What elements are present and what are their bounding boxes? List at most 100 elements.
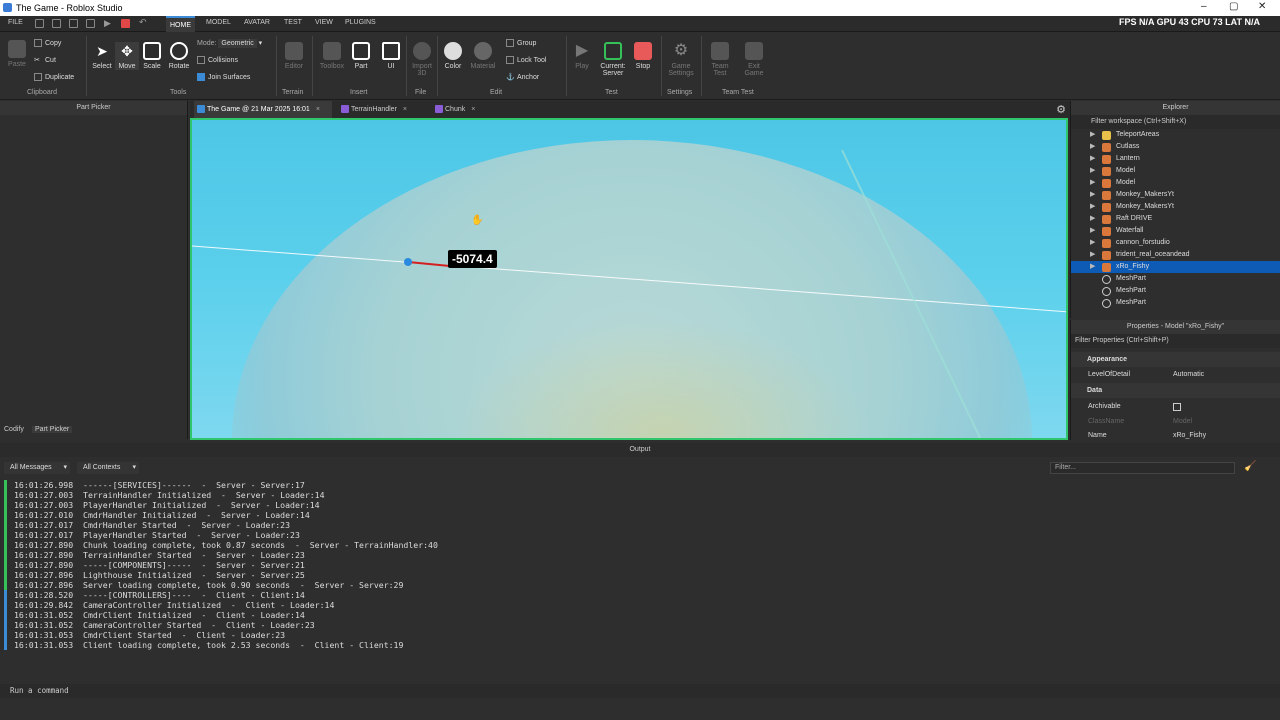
open-icon[interactable] [52,19,61,28]
property-row[interactable]: Archivable [1071,399,1280,414]
menu-avatar[interactable]: AVATAR [244,19,270,26]
expand-arrow-icon[interactable]: ▶ [1090,261,1095,273]
copy-button[interactable]: Copy [34,39,61,47]
explorer-item[interactable]: ▶ Model [1071,165,1280,177]
explorer-item[interactable]: ▶ Raft DRIVE [1071,213,1280,225]
tab-part-picker[interactable]: Part Picker [32,426,73,433]
close-icon[interactable]: × [403,106,407,113]
terrain-editor-button[interactable]: Editor [280,42,308,70]
collisions-label: Collisions [208,56,238,64]
3d-viewport[interactable]: -5074.4 ✋ [190,118,1068,440]
menu-file[interactable]: FILE [8,19,23,26]
game-settings-button[interactable]: ⚙ Game Settings [665,42,697,77]
expand-arrow-icon[interactable]: ▶ [1090,153,1095,165]
expand-arrow-icon[interactable]: ▶ [1090,177,1095,189]
explorer-item[interactable]: ▶ Monkey_MakersYt [1071,189,1280,201]
clear-output-icon[interactable]: 🧹 [1244,461,1256,472]
expand-arrow-icon[interactable]: ▶ [1090,237,1095,249]
property-value[interactable]: Automatic [1173,367,1204,382]
menu-model[interactable]: MODEL [206,19,231,26]
explorer-item[interactable]: MeshPart [1071,285,1280,297]
collisions-checkbox[interactable]: Collisions [197,56,238,64]
expand-arrow-icon[interactable]: ▶ [1090,213,1095,225]
chevron-down-icon: ▾ [258,40,263,47]
explorer-item[interactable]: ▶ Cutlass [1071,141,1280,153]
toolbox-button[interactable]: Toolbox [316,42,348,70]
menu-test[interactable]: TEST [284,19,302,26]
gear-icon[interactable]: ⚙ [1056,103,1066,116]
property-row[interactable]: LevelOfDetail Automatic [1071,367,1280,382]
minimize-button[interactable]: – [1201,1,1207,12]
tab-chunk[interactable]: Chunk × [432,101,492,118]
category-data[interactable]: Data [1071,383,1280,398]
duplicate-button[interactable]: Duplicate [34,73,74,81]
close-icon[interactable]: × [316,106,320,113]
save-icon[interactable] [69,19,78,28]
expand-arrow-icon[interactable]: ▶ [1090,201,1095,213]
explorer-item[interactable]: ▶ Waterfall [1071,225,1280,237]
explorer-filter-input[interactable]: Filter workspace (Ctrl+Shift+X) [1071,115,1280,129]
explorer-item[interactable]: MeshPart [1071,273,1280,285]
explorer-item[interactable]: ▶ Lantern [1071,153,1280,165]
join-surfaces-checkbox[interactable]: Join Surfaces [197,73,250,81]
explorer-item[interactable]: MeshPart [1071,297,1280,309]
team-test-button[interactable]: Team Test [705,42,735,77]
paste-button[interactable]: Paste [6,40,28,68]
expand-arrow-icon[interactable]: ▶ [1090,165,1095,177]
mode-dropdown[interactable]: Mode: Geometric ▾ [197,39,263,48]
explorer-item[interactable]: ▶ trident_real_oceandead [1071,249,1280,261]
play-quick-icon[interactable]: ▶ [104,18,113,28]
material-button[interactable]: Material [468,42,498,70]
properties-filter-input[interactable]: Filter Properties (Ctrl+Shift+P) [1071,334,1280,348]
cut-button[interactable]: ✂ Cut [34,56,56,64]
archivable-checkbox[interactable] [1173,403,1181,411]
drag-handle[interactable] [404,258,412,266]
scale-button[interactable]: Scale [140,42,164,70]
maximize-button[interactable]: ▢ [1229,1,1238,12]
command-bar-input[interactable]: Run a command [0,684,1280,698]
menu-home[interactable]: HOME [166,16,195,32]
expand-arrow-icon[interactable]: ▶ [1090,141,1095,153]
category-appearance[interactable]: Appearance [1071,352,1280,367]
select-button[interactable]: ➤ Select [90,42,114,70]
explorer-item[interactable]: ▶ Monkey_MakersYt [1071,201,1280,213]
ui-button[interactable]: UI [380,42,402,70]
menu-view[interactable]: VIEW [315,19,333,26]
explorer-item[interactable]: ▶ Model [1071,177,1280,189]
lock-tool-button[interactable]: Lock Tool [506,56,546,64]
current-server-button[interactable]: Current: Server [597,42,629,77]
new-icon[interactable] [35,19,44,28]
output-filter-input[interactable]: Filter... [1050,462,1235,474]
property-row[interactable]: ClassName Model [1071,414,1280,429]
expand-arrow-icon[interactable]: ▶ [1090,129,1095,141]
all-contexts-dropdown[interactable]: All Contexts ▾ [77,462,139,474]
color-button[interactable]: Color [441,42,465,70]
exit-game-button[interactable]: Exit Game [740,42,768,77]
redo-icon[interactable] [86,19,95,28]
expand-arrow-icon[interactable]: ▶ [1090,225,1095,237]
tab-terrainhandler[interactable]: TerrainHandler × [338,101,424,118]
close-icon[interactable]: × [471,106,475,113]
tab-the-game[interactable]: The Game @ 21 Mar 2025 16:01 × [194,101,332,118]
group-button[interactable]: Group [506,39,536,47]
tab-codify[interactable]: Codify [4,426,24,433]
rotate-button[interactable]: Rotate [166,42,192,70]
undo-icon[interactable]: ↶ [139,17,148,27]
expand-arrow-icon[interactable]: ▶ [1090,249,1095,261]
close-window-button[interactable]: ✕ [1258,1,1266,12]
explorer-item[interactable]: ▶ TeleportAreas [1071,129,1280,141]
anchor-button[interactable]: ⚓ Anchor [506,73,539,81]
all-messages-dropdown[interactable]: All Messages ▾ [4,462,70,474]
explorer-item[interactable]: ▶ xRo_Fishy [1071,261,1280,273]
property-row[interactable]: Name xRo_Fishy [1071,428,1280,443]
expand-arrow-icon[interactable]: ▶ [1090,189,1095,201]
explorer-item[interactable]: ▶ cannon_forstudio [1071,237,1280,249]
play-button[interactable]: ▶ Play [570,42,594,70]
stop-quick-icon[interactable] [121,19,130,28]
move-button[interactable]: ✥ Move [115,42,139,70]
import-3d-button[interactable]: Import 3D [408,42,436,77]
part-button[interactable]: Part [350,42,372,70]
menu-plugins[interactable]: PLUGINS [345,19,376,26]
stop-button[interactable]: Stop [632,42,654,70]
property-value[interactable]: xRo_Fishy [1173,428,1206,443]
